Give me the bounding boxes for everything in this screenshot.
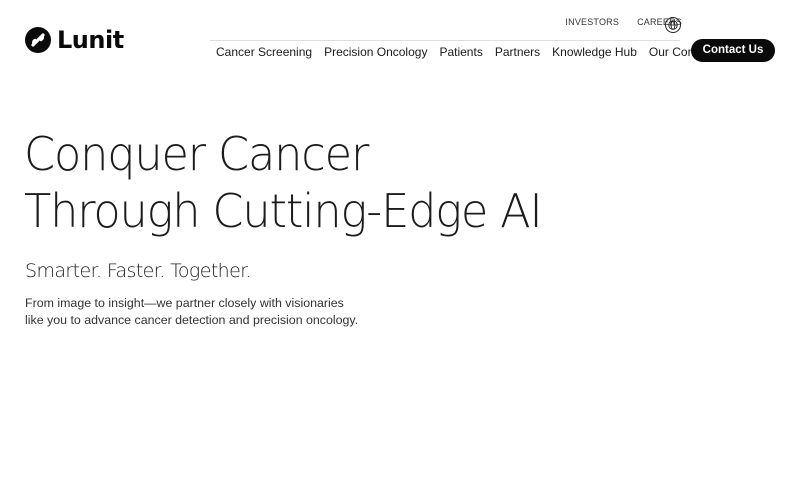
header-divider bbox=[210, 40, 680, 41]
lunit-logo-link[interactable]: Lunit bbox=[25, 27, 124, 53]
globe-icon bbox=[668, 20, 678, 30]
contact-us-button[interactable]: Contact Us bbox=[691, 39, 775, 62]
lunit-logo-icon bbox=[25, 27, 51, 53]
language-selector-button[interactable] bbox=[665, 17, 681, 33]
utility-nav: INVESTORS CAREERS bbox=[547, 17, 682, 27]
hero-description-line-1: From image to insight—we partner closely… bbox=[25, 296, 344, 310]
utility-link-investors[interactable]: INVESTORS bbox=[565, 17, 619, 27]
nav-item-cancer-screening[interactable]: Cancer Screening bbox=[210, 45, 318, 60]
nav-item-partners[interactable]: Partners bbox=[489, 45, 546, 60]
page: Lunit INVESTORS CAREERS Cancer Screening… bbox=[0, 0, 800, 500]
hero-title-line-1: Conquer Cancer bbox=[24, 127, 369, 181]
nav-item-precision-oncology[interactable]: Precision Oncology bbox=[318, 45, 433, 60]
hero-description-line-2: like you to advance cancer detection and… bbox=[25, 313, 359, 327]
hero-description: From image to insight—we partner closely… bbox=[25, 295, 358, 329]
hero-tagline: Smarter. Faster. Together. bbox=[25, 260, 252, 282]
nav-item-patients[interactable]: Patients bbox=[433, 45, 488, 60]
hero-title-line-2: Through Cutting-Edge AI bbox=[24, 184, 543, 238]
nav-item-knowledge-hub[interactable]: Knowledge Hub bbox=[546, 45, 643, 60]
hero-title: Conquer Cancer Through Cutting-Edge AI bbox=[24, 126, 543, 240]
main-nav: Cancer Screening Precision Oncology Pati… bbox=[210, 45, 730, 60]
brand-name: Lunit bbox=[57, 26, 124, 54]
